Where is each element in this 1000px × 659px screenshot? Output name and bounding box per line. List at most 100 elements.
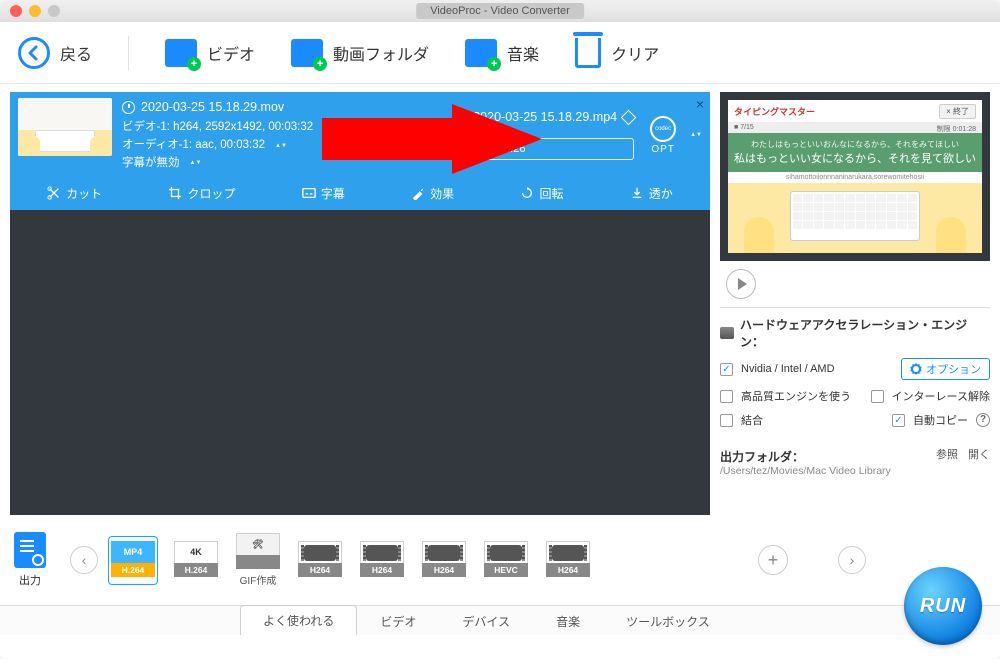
format-updown-icon[interactable]: ▲▼ [690, 133, 702, 138]
hand-left-icon [744, 217, 774, 253]
back-arrow-icon [18, 37, 50, 69]
rename-icon[interactable] [621, 110, 637, 126]
open-folder-button[interactable]: 開く [968, 446, 990, 462]
watermark-button[interactable]: 透か [630, 185, 673, 202]
video-label: ビデオ [207, 41, 255, 65]
opt-label: OPT [651, 144, 675, 155]
film-icon [484, 143, 496, 155]
help-icon[interactable]: ? [976, 413, 990, 427]
tab-2[interactable]: デバイス [439, 606, 533, 635]
subtitle-updown-icon[interactable]: ▲▼ [190, 161, 202, 166]
chevron-right-icon: › › › [398, 127, 410, 143]
hq-label: 高品質エンジンを使う [741, 388, 851, 404]
vendors-checkbox[interactable]: ✓ [720, 363, 733, 376]
run-label: RUN [920, 595, 966, 618]
hand-right-icon [936, 217, 966, 253]
format-preset-4[interactable]: iPhoneH264 [358, 537, 406, 584]
autocopy-checkbox[interactable]: ✓ [892, 414, 905, 427]
hq-checkbox[interactable] [720, 390, 733, 403]
output-section-icon: 出力 [14, 532, 46, 588]
preview-end-btn: × 終了 [939, 104, 976, 119]
format-text: H.26 [502, 143, 525, 155]
back-label: 戻る [60, 41, 92, 65]
merge-checkbox[interactable] [720, 414, 733, 427]
output-section-label: 出力 [19, 572, 41, 588]
watermark-label: 透か [649, 185, 673, 202]
deinterlace-checkbox[interactable] [871, 390, 884, 403]
codec-option-button[interactable]: OPT [650, 116, 676, 155]
music-label: 音楽 [507, 41, 539, 65]
merge-label: 結合 [741, 412, 763, 428]
audio-stream-info: オーディオ-1: aac, 00:03:32 [122, 137, 265, 155]
video-icon: + [165, 39, 197, 67]
separator [128, 36, 129, 70]
category-tabs: よく使われるビデオデバイス音楽ツールボックス [0, 605, 1000, 635]
preview-play-button[interactable] [726, 269, 756, 299]
vendors-label: Nvidia / Intel / AMD [741, 363, 835, 375]
window-title: VideoProc - Video Converter [416, 3, 584, 19]
output-folder-label: 出力フォルダ： [720, 448, 804, 465]
tab-1[interactable]: ビデオ [357, 606, 439, 635]
titlebar: VideoProc - Video Converter [0, 0, 1000, 22]
conversion-arrow: › › › [345, 98, 463, 173]
preview-kana-line: わたしはもっといいおんなになるから、それをみてほしい [732, 139, 978, 150]
gear-icon [910, 363, 922, 375]
format-preset-0[interactable]: MP4H.264 [108, 536, 158, 585]
format-preset-7[interactable]: 4KH264 [544, 537, 592, 584]
subtitle-info: 字幕が無効 [122, 155, 180, 173]
document-gear-icon [14, 532, 46, 568]
tab-0[interactable]: よく使われる [240, 605, 357, 635]
format-scroll-left[interactable]: ‹ [70, 546, 98, 574]
source-info: 2020-03-25 15.18.29.mov ビデオ-1: h264, 259… [122, 98, 335, 173]
hw-option-button[interactable]: オプション [901, 358, 990, 380]
rotate-button[interactable]: 回転 [520, 185, 563, 202]
run-button[interactable]: RUN [904, 567, 982, 645]
remove-item-button[interactable]: × [696, 96, 704, 112]
close-window-icon[interactable] [10, 5, 22, 17]
traffic-lights [10, 5, 60, 17]
subtitle-label: 字幕 [321, 185, 345, 202]
deinterlace-label: インターレース解除 [892, 388, 990, 404]
chip-icon [720, 327, 734, 339]
subtitle-button[interactable]: 字幕 [302, 185, 345, 202]
output-format-pill[interactable]: H.26 [473, 138, 634, 160]
format-preset-2[interactable]: 🛠GIF作成 [234, 529, 282, 591]
back-button[interactable]: 戻る [18, 37, 92, 69]
video-updown-icon[interactable]: ▲▼ [323, 126, 335, 131]
format-bar: 出力 ‹ MP4H.264 4KH.264 🛠GIF作成 MP4H264 iPhoneH… [0, 515, 1000, 605]
crop-label: クロップ [187, 185, 235, 202]
keyboard-icon [790, 191, 920, 241]
source-filename: 2020-03-25 15.18.29.mov [141, 98, 284, 117]
preview-roman-line: sihamottoiionnnaninarukara,sorewomitehos… [728, 172, 982, 183]
clear-label: クリア [611, 41, 659, 65]
preview-logo: タイピングマスター [734, 105, 815, 118]
format-preset-6[interactable]: MP4HEVC [482, 537, 530, 584]
crop-button[interactable]: クロップ [168, 185, 235, 202]
format-preset-3[interactable]: MP4H264 [296, 537, 344, 584]
tab-3[interactable]: 音楽 [533, 606, 603, 635]
music-icon: + [465, 39, 497, 67]
format-preset-5[interactable]: AndroidH264 [420, 537, 468, 584]
browse-button[interactable]: 参照 [936, 446, 958, 462]
add-video-button[interactable]: + ビデオ [165, 39, 255, 67]
preview-panel: タイピングマスター × 終了 ■ 7/15制限 0:01:28 わたしはもっとい… [720, 92, 990, 261]
effect-button[interactable]: 効果 [411, 185, 454, 202]
output-path: /Users/tez/Movies/Mac Video Library [720, 465, 990, 515]
audio-updown-icon[interactable]: ▲▼ [275, 144, 287, 149]
format-scroll-right[interactable]: › [838, 546, 866, 574]
effect-label: 効果 [430, 185, 454, 202]
preview-main-line: 私はもっといい女になるから、それを見て欲しい [732, 150, 978, 166]
cut-button[interactable]: カット [47, 185, 102, 202]
add-format-button[interactable]: + [758, 545, 788, 575]
format-preset-1[interactable]: 4KH.264 [172, 537, 220, 584]
hw-accel-title: ハードウェアアクセラレーション・エンジン： [720, 316, 990, 350]
trash-icon [575, 38, 601, 68]
tab-4[interactable]: ツールボックス [603, 606, 733, 635]
add-folder-button[interactable]: + 動画フォルダ [291, 39, 429, 67]
clear-button[interactable]: クリア [575, 38, 659, 68]
clock-icon [122, 101, 135, 114]
minimize-window-icon[interactable] [29, 5, 41, 17]
video-stream-info: ビデオ-1: h264, 2592x1492, 00:03:32 [122, 119, 313, 137]
add-music-button[interactable]: + 音楽 [465, 39, 539, 67]
video-item-card[interactable]: × 2020-03-25 15.18.29.mov ビデオ-1: h264, 2… [10, 92, 710, 210]
